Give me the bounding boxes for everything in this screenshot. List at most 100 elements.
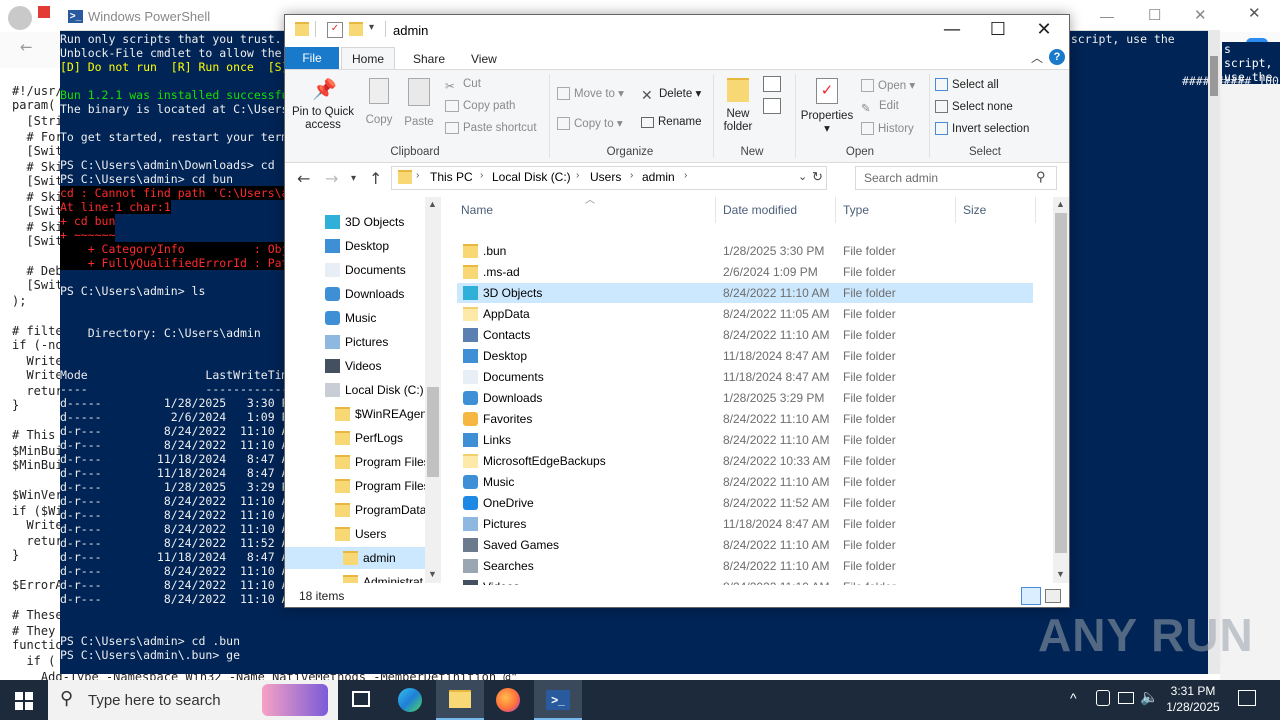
nav-item[interactable]: admin [285,547,425,569]
copy-button[interactable]: Copy [359,78,399,127]
close-icon[interactable]: ✕ [1248,4,1261,22]
nav-item[interactable]: Music [285,307,425,329]
file-row[interactable]: Desktop 11/18/2024 8:47 AM File folder [457,346,1033,366]
large-icons-view-icon[interactable] [1045,589,1061,603]
delete-button[interactable]: ✕ Delete ▾ [641,86,701,103]
nav-item[interactable]: Desktop [285,235,425,257]
chevron-up-icon[interactable]: ︿ [1031,49,1043,66]
easy-access-icon[interactable] [763,98,781,114]
file-row[interactable]: MicrosoftEdgeBackups 8/24/2022 10:33 AM Fi… [457,451,1033,471]
clock[interactable]: 3:31 PM 1/28/2025 [1158,683,1228,715]
nav-item[interactable]: Program Files [285,451,430,473]
scroll-down-icon[interactable]: ▼ [1056,569,1065,579]
file-row[interactable]: Music 8/24/2022 11:10 AM File folder [457,472,1033,492]
nav-item[interactable]: Pictures [285,331,425,353]
file-row[interactable]: Pictures 11/18/2024 8:47 AM File folder [457,514,1033,534]
column-header-size[interactable]: Size [963,203,986,217]
file-row[interactable]: .bun 1/28/2025 3:30 PM File folder [457,241,1033,261]
back-arrow-icon[interactable]: ← [20,38,33,56]
file-explorer-window[interactable]: ✓ ▾ admin — ☐ ✕ File Home Share View ︿ ?… [284,14,1070,608]
maximize-icon[interactable]: ☐ [1148,6,1161,24]
taskbar-firefox[interactable] [484,680,532,720]
file-row[interactable]: Saved Games 8/24/2022 11:10 AM File folder [457,535,1033,555]
nav-item[interactable]: $WinREAgent [285,403,430,425]
nav-item[interactable]: Users [285,523,425,545]
copy-path-button[interactable]: Copy path [445,100,515,112]
taskbar-powershell[interactable]: >_ [534,680,582,720]
nav-item[interactable]: Local Disk (C:) [285,379,425,401]
nav-item[interactable]: Downloads [285,283,425,305]
select-all-button[interactable]: Select all [935,78,999,91]
nav-item[interactable]: PerfLogs [285,427,425,449]
tab-file[interactable]: File [285,47,339,69]
close-button[interactable]: ✕ [1021,15,1067,45]
close-icon[interactable]: ✕ [1194,6,1207,24]
chevron-up-icon[interactable]: ^ [1070,690,1077,706]
search-box[interactable]: Search admin ⚲ [855,166,1057,190]
minimize-button[interactable]: — [929,15,975,45]
file-row[interactable]: Documents 11/18/2024 8:47 AM File folder [457,367,1033,387]
taskbar-file-explorer[interactable] [436,680,484,720]
nav-item[interactable]: Administrat [285,571,425,583]
file-row[interactable]: Downloads 1/28/2025 3:29 PM File folder [457,388,1033,408]
invert-selection-button[interactable]: Invert selection [935,122,1029,135]
new-folder-button[interactable]: New folder [717,76,759,134]
rename-button[interactable]: Rename [641,116,701,128]
file-row[interactable]: Links 8/24/2022 11:10 AM File folder [457,430,1033,450]
nav-item[interactable]: 3D Objects [285,211,425,233]
new-item-icon[interactable] [763,76,781,92]
scroll-down-icon[interactable]: ▼ [428,569,437,579]
notifications-icon[interactable] [1238,690,1256,706]
breadcrumb-this-pc[interactable]: This PC [430,170,473,184]
breadcrumb-admin[interactable]: admin [642,170,675,184]
open-button[interactable]: Open ▾ [861,78,915,92]
chevron-down-icon[interactable]: ▾ [369,22,374,33]
powershell-scrollbar[interactable] [1208,30,1220,674]
file-row[interactable]: OneDrive 8/24/2022 11:52 AM File folder [457,493,1033,513]
select-none-button[interactable]: Select none [935,100,1013,113]
forward-arrow-icon[interactable]: → [325,169,338,188]
move-to-button[interactable]: Move to ▾ [557,86,624,100]
start-button[interactable] [0,680,48,720]
breadcrumb-local-disk[interactable]: Local Disk (C:) [492,170,571,184]
navigation-pane-scrollbar[interactable]: ▲ ▼ [425,197,441,583]
network-icon[interactable] [1118,692,1134,704]
taskbar-search-box[interactable]: ⚲ Type here to search [48,680,338,720]
file-list-scroll-thumb[interactable] [1055,213,1067,553]
breadcrumb-users[interactable]: Users [590,170,621,184]
file-row[interactable]: Searches 8/24/2022 11:10 AM File folder [457,556,1033,576]
powershell-scroll-thumb[interactable] [1210,56,1218,96]
copy-to-button[interactable]: Copy to ▾ [557,116,623,130]
navigation-pane[interactable]: 3D Objects Desktop Documents Downloads Music… [285,197,441,583]
scroll-up-icon[interactable]: ▲ [1056,199,1065,209]
tab-view[interactable]: View [461,49,507,69]
profile-avatar-icon[interactable] [8,6,32,30]
file-row[interactable]: Contacts 8/24/2022 11:10 AM File folder [457,325,1033,345]
properties-button[interactable]: ✓ Properties ▾ [799,76,855,136]
address-dropdown-icon[interactable]: ⌄ [798,170,807,183]
refresh-icon[interactable]: ↻ [812,169,823,185]
column-header-type[interactable]: Type [843,203,869,217]
new-folder-icon[interactable] [349,22,363,36]
history-button[interactable]: History [861,122,914,135]
file-row[interactable]: Favorites 8/24/2022 11:10 AM File folder [457,409,1033,429]
column-header-date-modified[interactable]: Date modified [723,203,797,217]
nav-item[interactable]: Videos [285,355,425,377]
address-bar[interactable]: › This PC › Local Disk (C:) › Users › ad… [391,166,827,190]
taskbar-edge[interactable] [386,680,434,720]
back-arrow-icon[interactable]: ← [297,169,310,188]
edit-button[interactable]: ✎ Edit [861,100,899,115]
task-view-button[interactable] [338,680,386,720]
file-row[interactable]: 3D Objects 8/24/2022 11:10 AM File folder [457,283,1033,303]
nav-item[interactable]: Documents [285,259,425,281]
help-icon[interactable]: ? [1049,49,1065,65]
paste-shortcut-button[interactable]: Paste shortcut [445,122,537,134]
nav-item[interactable]: Program Files [285,475,430,497]
column-header-name[interactable]: Name [461,203,493,217]
tab-home[interactable]: Home [341,47,396,70]
pin-quick-access-button[interactable]: 📌 Pin to Quick access [289,78,357,132]
cut-button[interactable]: ✂ Cut [445,78,481,93]
recent-locations-chevron-icon[interactable]: ▾ [351,173,356,184]
nav-item[interactable]: ProgramData [285,499,426,521]
volume-icon[interactable]: 🔈 [1140,688,1159,706]
